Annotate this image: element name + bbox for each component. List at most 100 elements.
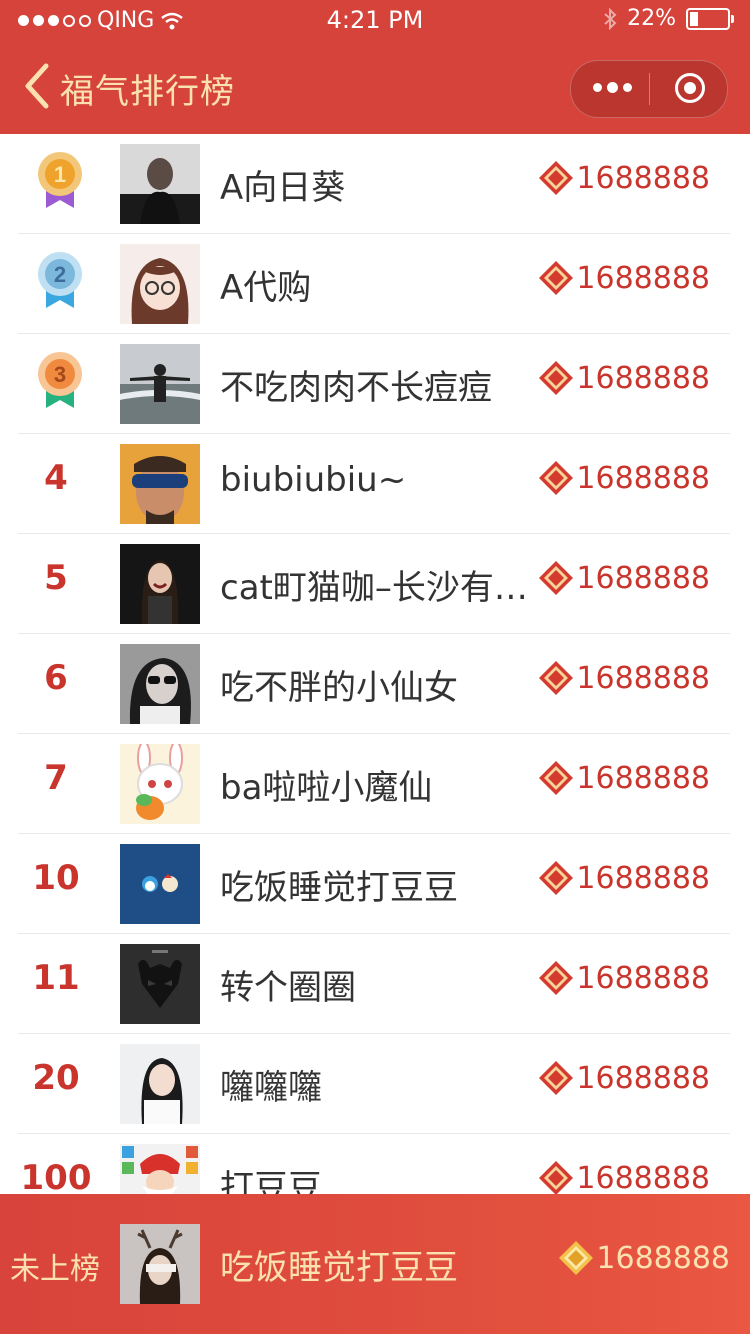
fu-diamond-icon [539, 261, 574, 295]
fu-diamond-icon [559, 1241, 594, 1275]
ranking-list: 1 A向日葵 1688888 2 A代购 1688888 3 不吃肉肉不长痘痘 … [0, 134, 750, 1194]
user-name: 转个圈圈 [220, 968, 356, 1008]
list-item[interactable]: 4 biubiubiu~ 1688888 [18, 434, 730, 534]
rank-number: 11 [32, 958, 80, 998]
fu-diamond-icon [539, 661, 574, 695]
list-item[interactable]: 6 吃不胖的小仙女 1688888 [18, 634, 730, 734]
rank-number: 20 [32, 1058, 80, 1098]
my-name: 吃饭睡觉打豆豆 [220, 1248, 458, 1288]
list-item[interactable]: 1 A向日葵 1688888 [18, 134, 730, 234]
avatar [120, 544, 200, 624]
svg-text:1: 1 [54, 162, 66, 187]
bronze-medal-icon: 3 [38, 352, 82, 408]
score-value: 1688888 [576, 560, 710, 596]
close-target-icon[interactable] [675, 73, 705, 103]
mini-program-capsule [570, 60, 728, 118]
fu-diamond-icon [539, 1061, 574, 1095]
score-value: 1688888 [576, 260, 710, 296]
avatar [120, 944, 200, 1024]
score: 1688888 [538, 660, 710, 696]
list-item[interactable]: 100 打豆豆 1688888 [18, 1134, 730, 1194]
list-item[interactable]: 11 转个圈圈 1688888 [18, 934, 730, 1034]
score-value: 1688888 [576, 960, 710, 996]
svg-text:3: 3 [54, 362, 66, 387]
svg-text:2: 2 [54, 262, 66, 287]
user-name: A向日葵 [220, 168, 346, 208]
fu-diamond-icon [539, 461, 574, 495]
battery-percent: 22% [627, 6, 676, 31]
avatar [120, 1044, 200, 1124]
user-name: 吃饭睡觉打豆豆 [220, 868, 458, 908]
rank-number: 4 [44, 458, 68, 498]
my-avatar [120, 1224, 200, 1304]
user-name: 吃不胖的小仙女 [220, 668, 458, 708]
page-title: 福气排行榜 [60, 72, 235, 112]
user-name: 打豆豆 [220, 1168, 322, 1194]
score: 1688888 [538, 260, 710, 296]
score: 1688888 [538, 360, 710, 396]
fu-diamond-icon [539, 961, 574, 995]
fu-diamond-icon [539, 861, 574, 895]
user-name: ba啦啦小魔仙 [220, 768, 433, 808]
more-icon[interactable] [593, 82, 632, 93]
back-arrow-icon[interactable] [22, 62, 62, 110]
score-value: 1688888 [576, 860, 710, 896]
user-name: 囖囖囖 [220, 1068, 322, 1108]
avatar [120, 144, 200, 224]
unranked-label: 未上榜 [10, 1252, 100, 1287]
list-item[interactable]: 2 A代购 1688888 [18, 234, 730, 334]
status-bar: QING 4:21 PM 22% [0, 0, 750, 40]
score-value: 1688888 [576, 660, 710, 696]
score: 1688888 [538, 460, 710, 496]
list-item[interactable]: 5 cat町猫咖–长沙有猫咖啡 1688888 [18, 534, 730, 634]
battery-icon [686, 7, 734, 30]
avatar [120, 1144, 200, 1194]
gold-medal-icon: 1 [38, 152, 82, 208]
status-right: 22% [603, 6, 734, 31]
score: 1688888 [538, 1160, 710, 1194]
bluetooth-icon [604, 7, 617, 30]
fu-diamond-icon [539, 561, 574, 595]
avatar [120, 844, 200, 924]
score: 1688888 [538, 560, 710, 596]
score: 1688888 [538, 960, 710, 996]
score-value: 1688888 [576, 1160, 710, 1195]
rank-number: 5 [44, 558, 68, 598]
rank-number: 100 [20, 1158, 92, 1194]
list-item[interactable]: 7 ba啦啦小魔仙 1688888 [18, 734, 730, 834]
avatar [120, 644, 200, 724]
rank-number: 7 [44, 758, 68, 798]
score-value: 1688888 [576, 1060, 710, 1096]
my-score-value: 1688888 [596, 1240, 730, 1276]
list-item[interactable]: 10 吃饭睡觉打豆豆 1688888 [18, 834, 730, 934]
fu-diamond-icon [539, 161, 574, 195]
score-value: 1688888 [576, 360, 710, 396]
avatar [120, 344, 200, 424]
avatar [120, 744, 200, 824]
score: 1688888 [538, 160, 710, 196]
user-name: A代购 [220, 268, 312, 308]
user-name: 不吃肉肉不长痘痘 [220, 368, 492, 408]
fu-diamond-icon [539, 361, 574, 395]
score-value: 1688888 [576, 160, 710, 196]
my-rank-bar[interactable]: 未上榜 吃饭睡觉打豆豆 1688888 [0, 1194, 750, 1334]
fu-diamond-icon [539, 1161, 574, 1194]
score-value: 1688888 [576, 460, 710, 496]
avatar [120, 444, 200, 524]
score: 1688888 [538, 1060, 710, 1096]
rank-number: 10 [32, 858, 80, 898]
rank-number: 6 [44, 658, 68, 698]
user-name: cat町猫咖–长沙有猫咖啡 [220, 568, 542, 608]
list-item[interactable]: 3 不吃肉肉不长痘痘 1688888 [18, 334, 730, 434]
user-name: biubiubiu~ [220, 460, 407, 500]
nav-bar: 福气排行榜 [0, 40, 750, 134]
score: 1688888 [538, 760, 710, 796]
list-item[interactable]: 20 囖囖囖 1688888 [18, 1034, 730, 1134]
silver-medal-icon: 2 [38, 252, 82, 308]
score: 1688888 [538, 860, 710, 896]
header: QING 4:21 PM 22% 福气排行榜 [0, 0, 750, 134]
my-score: 1688888 [558, 1240, 730, 1276]
avatar [120, 244, 200, 324]
fu-diamond-icon [539, 761, 574, 795]
score-value: 1688888 [576, 760, 710, 796]
